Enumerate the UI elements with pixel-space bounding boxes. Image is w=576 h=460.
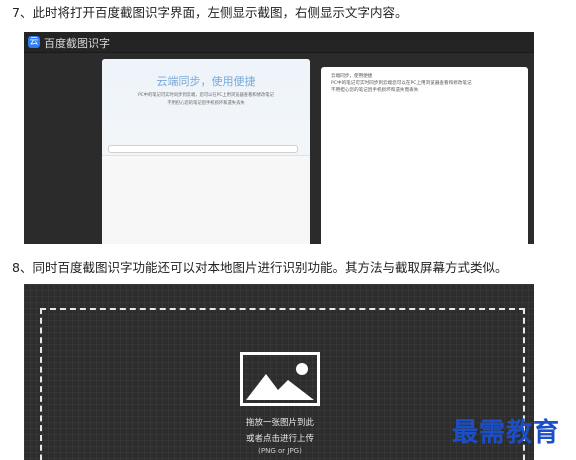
screenshot-preview-pane: 云端同步，使用便捷 PC中的笔记可实时同步到云端，您可以在PC上用浏览器查看和修… (102, 59, 310, 244)
captured-line: 不用担心您的笔记因手机损坏和遗失丢失 (167, 101, 245, 106)
window-title: 百度截图识字 (44, 37, 110, 50)
step-8-text: 8、同时百度截图识字功能还可以对本地图片进行识别功能。其方法与截取屏幕方式类似。 (12, 260, 508, 275)
captured-heading: 云端同步，使用便捷 (156, 75, 256, 88)
watermark-logo: 最需教育 (452, 418, 561, 448)
captured-search-bar (108, 145, 298, 153)
app-logo-icon: 云 (28, 36, 40, 48)
recognized-line: PC中的笔记可实时同步到云端您可以在PC上用浏览器查看和修改笔记 (331, 81, 472, 86)
recognized-line: 不用担心您的笔记因手机损坏和遗失而丢失 (331, 88, 419, 93)
window-titlebar: 云 百度截图识字 (24, 32, 534, 53)
ocr-window-screenshot: 云 百度截图识字 云端同步，使用便捷 PC中的笔记可实时同步到云端，您可以在PC… (24, 32, 534, 244)
recognized-text-pane[interactable]: 云端同步，使用便捷 PC中的笔记可实时同步到云端您可以在PC上用浏览器查看和修改… (321, 67, 528, 244)
captured-line: PC中的笔记可实时同步到云端，您可以在PC上用浏览器查看和修改笔记 (138, 93, 274, 98)
step-7-text: 7、此时将打开百度截图识字界面，左侧显示截图，右侧显示文字内容。 (12, 5, 408, 20)
recognized-line: 云端同步，使用便捷 (331, 74, 373, 79)
captured-image: 云端同步，使用便捷 PC中的笔记可实时同步到云端，您可以在PC上用浏览器查看和修… (102, 59, 310, 156)
image-placeholder-icon (240, 352, 320, 406)
